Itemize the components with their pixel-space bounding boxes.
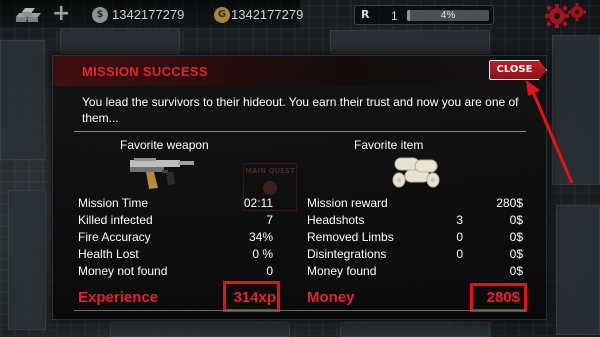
stat-label: Disintegrations [307,247,387,261]
bandage-rolls-icon [392,157,440,188]
stat-label: Health Lost [78,247,139,261]
stat-count: 0 [456,247,463,261]
dialog-title: MISSION SUCCESS [82,64,208,79]
silver-coin-icon: $ [92,7,108,23]
top-hud: + $ 1342177279 G 1342177279 R 1 4% [0,0,600,32]
favorite-item-label: Favorite item [354,138,424,152]
stat-value: 0$ [509,230,523,244]
silver-amount: 1342177279 [112,7,185,22]
gear-icon[interactable] [540,2,588,28]
rank-label: R [361,8,370,21]
experience-label: Experience [78,289,159,306]
divider [74,131,526,132]
stat-label: Removed Limbs [307,230,394,244]
stat-label: Headshots [307,213,365,227]
experience-value: 314xp [233,289,276,306]
stat-label: Fire Accuracy [78,230,151,244]
stat-value: 0 % [252,247,273,261]
stat-count: 0 [456,230,463,244]
plus-icon[interactable]: + [52,3,70,25]
xp-progress-bar: 4% [407,10,489,21]
stat-label: Mission reward [307,196,388,210]
watermark-text: MAIN QUEST [245,167,295,175]
stat-label: Killed infected [78,213,153,227]
stat-value: 0 [266,264,273,278]
weapon-smg-icon [130,158,194,189]
rank-level: 1 [391,9,398,23]
money-value: 280$ [486,289,520,306]
mission-message: You lead the survivors to their hideout.… [82,95,519,125]
rank-panel: R 1 4% [354,5,494,25]
money-label: Money [307,289,355,306]
xp-percent-text: 4% [440,10,456,21]
stat-value: 7 [266,213,273,227]
stat-label: Mission Time [78,196,149,210]
watermark-skull-icon [263,181,277,195]
stat-value: 280$ [496,196,523,210]
stat-count: 3 [456,213,463,227]
mission-success-dialog: MISSION SUCCESS CLOSE You lead the survi… [52,55,547,320]
favorite-weapon-label: Favorite weapon [120,138,209,152]
stat-value: 0$ [509,264,523,278]
gold-coin-icon: G [214,7,230,23]
bottom-divider [74,310,526,311]
stat-value: 02:11 [243,196,273,210]
stat-value: 0$ [509,213,523,227]
gold-amount: 1342177279 [231,7,304,22]
stat-value: 34% [248,230,273,244]
gold-bars-icon[interactable] [14,7,48,23]
stat-label: Money not found [78,264,168,278]
stat-value: 0$ [509,247,523,261]
stat-label: Money found [307,264,377,278]
close-button[interactable]: CLOSE [489,60,547,80]
